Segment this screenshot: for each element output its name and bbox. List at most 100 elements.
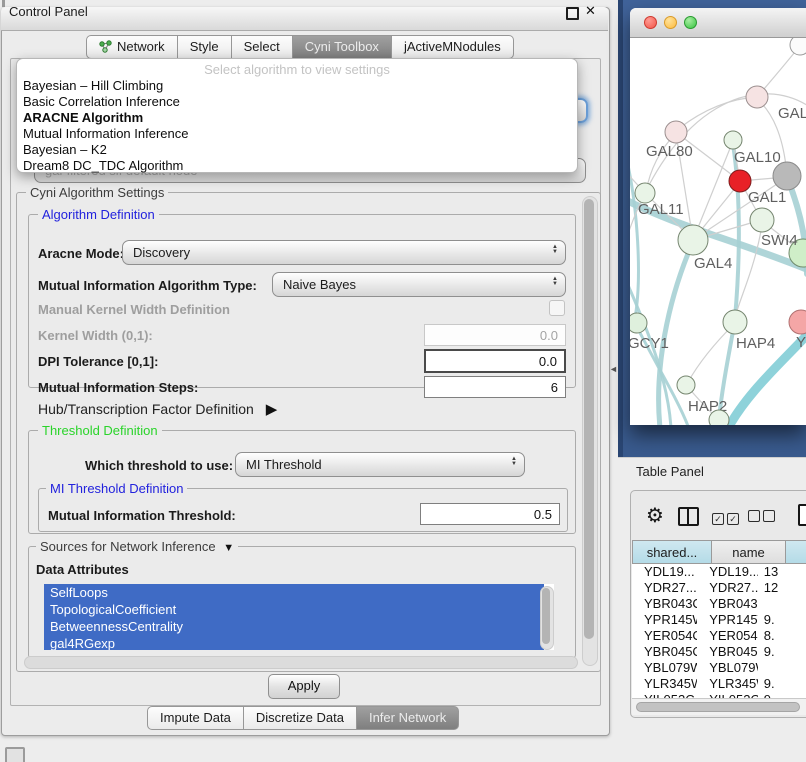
network-node-gal80[interactable] (665, 121, 687, 143)
tab-label: Network (117, 39, 165, 54)
network-node-hap4[interactable] (723, 310, 747, 334)
tab-network[interactable]: Network (86, 35, 178, 59)
table-row[interactable]: YER054CYER054C8. (632, 628, 806, 644)
table-panel-title: Table Panel (636, 464, 704, 479)
table-hscrollbar-thumb[interactable] (636, 702, 800, 712)
network-node-label: HAP4 (736, 335, 775, 352)
network-node-gal11[interactable] (635, 183, 655, 203)
threshold-definition-title: Threshold Definition (38, 423, 162, 438)
table-cell: YDL19... (697, 564, 758, 580)
float-icon[interactable] (566, 7, 579, 20)
kernel-width-field[interactable] (424, 324, 566, 346)
algorithm-option-bayesian-hill-climbing[interactable]: Bayesian – Hill Climbing (17, 78, 577, 94)
algorithm-option-aracne-algorithm[interactable]: ARACNE Algorithm (17, 110, 577, 126)
export-table-icon[interactable] (798, 504, 806, 526)
app-root: Control Panel ✕ NetworkStyleSelectCyni T… (0, 0, 806, 762)
tab-select[interactable]: Select (232, 35, 293, 59)
network-canvas[interactable]: GALGAL80GAL10GAL1GAL11GAL4SWI4GCY1HAP4YH… (630, 38, 806, 425)
table-cell: 8. (758, 628, 806, 644)
network-node-gal1[interactable] (750, 208, 774, 232)
select-all-columns-icon[interactable]: ✓✓ (712, 509, 742, 527)
network-node-gcy1[interactable] (630, 313, 647, 333)
table-cell: 9. (758, 676, 806, 692)
zoom-traffic-light-icon[interactable] (684, 16, 697, 29)
tab-impute-data[interactable]: Impute Data (147, 706, 244, 730)
columns-icon[interactable] (678, 507, 699, 526)
tab-style[interactable]: Style (178, 35, 232, 59)
tab-label: Infer Network (369, 710, 446, 725)
data-attribute-item[interactable]: gal4RGexp (44, 635, 544, 650)
close-traffic-light-icon[interactable] (644, 16, 657, 29)
combo-arrows-icon: ▲▼ (552, 245, 558, 255)
network-node-label: GAL4 (694, 255, 732, 272)
table-cell (758, 660, 806, 676)
network-node-label: GAL (778, 105, 806, 122)
network-node[interactable] (790, 38, 806, 55)
tab-jactivemnodules[interactable]: jActiveMNodules (392, 35, 514, 59)
algorithm-option-mutual-information-inference[interactable]: Mutual Information Inference (17, 126, 577, 142)
network-node-label: GAL1 (748, 189, 786, 206)
sources-group-title[interactable]: Sources for Network Inference ▼ (36, 539, 238, 554)
data-attributes-list[interactable]: SelfLoopsTopologicalCoefficientBetweenne… (44, 584, 554, 650)
mi-threshold-field[interactable] (420, 503, 560, 525)
which-threshold-combobox[interactable]: MI Threshold ▲▼ (235, 452, 525, 477)
table-cell: YDL19... (632, 564, 697, 580)
network-node-hap2[interactable] (677, 376, 695, 394)
network-window-titlebar[interactable] (630, 8, 806, 38)
algorithm-option-basic-correlation-inference[interactable]: Basic Correlation Inference (17, 94, 577, 110)
sources-title-text: Sources for Network Inference (40, 539, 216, 554)
list-scrollbar-thumb[interactable] (542, 588, 550, 644)
table-hscrollbar-track[interactable] (632, 698, 806, 715)
combo-arrows-icon: ▲▼ (552, 277, 558, 287)
network-node-gal4[interactable] (678, 225, 708, 255)
table-row[interactable]: YBR043CYBR043C (632, 596, 806, 612)
control-panel-titlebar[interactable] (1, 7, 608, 31)
column-header-shared[interactable]: shared... (632, 540, 712, 564)
tab-cyni-toolbox[interactable]: Cyni Toolbox (293, 35, 392, 59)
table-row[interactable]: YDR27...YDR27...12 (632, 580, 806, 596)
tab-discretize-data[interactable]: Discretize Data (244, 706, 357, 730)
table-cell: 9. (758, 644, 806, 660)
network-node-gal10[interactable] (724, 131, 742, 149)
minimize-traffic-light-icon[interactable] (664, 16, 677, 29)
table-row[interactable]: YPR145WYPR145W9. (632, 612, 806, 628)
close-icon[interactable]: ✕ (585, 3, 596, 19)
column-header-a[interactable]: A (786, 540, 806, 564)
mi-type-combobox[interactable]: Naive Bayes ▲▼ (272, 272, 566, 297)
minimized-panel-icon[interactable] (5, 747, 25, 762)
network-node-y[interactable] (789, 310, 806, 334)
settings-scrollbar-thumb[interactable] (584, 199, 594, 639)
mi-steps-field[interactable] (424, 376, 566, 398)
network-node[interactable] (773, 162, 801, 190)
apply-button[interactable]: Apply (268, 674, 340, 699)
mi-steps-label: Mutual Information Steps: (38, 380, 198, 395)
settings-hscrollbar[interactable] (24, 656, 578, 669)
algorithm-option-bayesian-k2[interactable]: Bayesian – K2 (17, 142, 577, 158)
table-row[interactable]: YBR045CYBR045C9. (632, 644, 806, 660)
which-threshold-label: Which threshold to use: (85, 458, 233, 473)
network-node-gal[interactable] (746, 86, 768, 108)
algorithm-option-dream8-dc-tdc-algorithm[interactable]: Dream8 DC_TDC Algorithm (17, 158, 577, 174)
tab-infer-network[interactable]: Infer Network (357, 706, 459, 730)
table-row[interactable]: YLR345WYLR345W9. (632, 676, 806, 692)
table-row[interactable]: YBL079WYBL079W (632, 660, 806, 676)
combo-arrows-icon: ▲▼ (511, 457, 517, 467)
aracne-mode-combobox[interactable]: Discovery ▲▼ (122, 240, 566, 265)
data-attribute-item[interactable]: SelfLoops (44, 584, 544, 601)
data-attribute-item[interactable]: TopologicalCoefficient (44, 601, 544, 618)
collapse-down-icon: ▼ (223, 542, 234, 554)
top-left-artifact (2, 0, 5, 7)
network-window[interactable]: GALGAL80GAL10GAL1GAL11GAL4SWI4GCY1HAP4YH… (630, 8, 806, 425)
hub-definition-expander[interactable]: Hub/Transcription Factor Definition ▶ (38, 400, 277, 418)
table-cell: YBR043C (697, 596, 758, 612)
gear-icon[interactable]: ⚙ (646, 503, 664, 528)
column-header-name[interactable]: name (712, 540, 786, 564)
table-row[interactable]: YDL19...YDL19...13 (632, 564, 806, 580)
manual-kernel-checkbox[interactable] (549, 300, 565, 316)
table-cell: 12 (758, 580, 806, 596)
network-node[interactable] (709, 410, 729, 425)
data-attribute-item[interactable]: BetweennessCentrality (44, 618, 544, 635)
dpi-tolerance-field[interactable] (424, 349, 566, 373)
deselect-all-columns-icon[interactable] (748, 509, 778, 527)
splitter-collapse-icon[interactable]: ◄ (609, 364, 618, 374)
